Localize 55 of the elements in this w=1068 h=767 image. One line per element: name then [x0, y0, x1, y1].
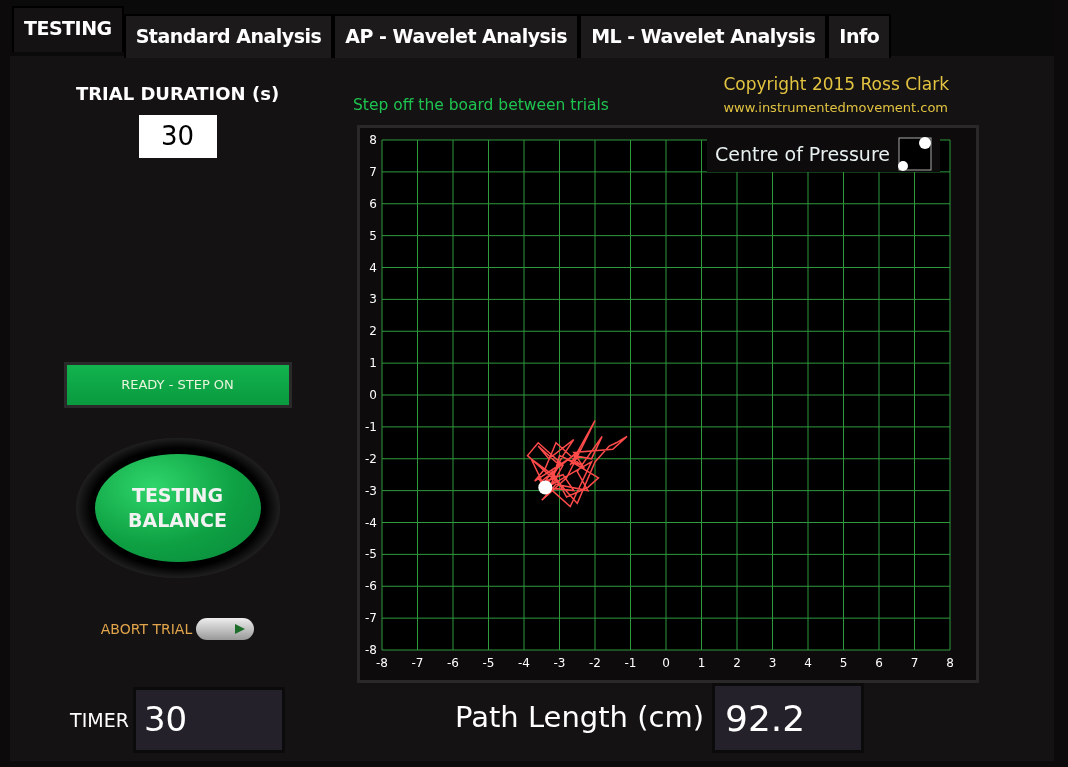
x-tick-label: 5: [839, 656, 848, 670]
x-tick-label: -8: [376, 656, 388, 670]
timer-field: 30: [132, 687, 285, 753]
status-indicator: READY - STEP ON: [63, 362, 292, 408]
x-tick-label: -6: [447, 656, 459, 670]
y-tick-label: -2: [365, 451, 377, 466]
tab[interactable]: AP - Wavelet Analysis: [333, 14, 580, 58]
path-length-field: 92.2: [712, 683, 864, 753]
tab[interactable]: TESTING: [12, 6, 124, 52]
y-tick-label: 3: [369, 292, 377, 307]
tab[interactable]: Standard Analysis: [123, 14, 334, 58]
abort-trial-label: ABORT TRIAL: [100, 619, 193, 639]
instruction-text: Step off the board between trials: [353, 94, 609, 116]
y-tick-label: -8: [365, 643, 377, 657]
y-tick-label: -6: [365, 579, 377, 594]
x-tick-label: -7: [411, 656, 424, 670]
triangle-icon: [234, 623, 247, 635]
website-link[interactable]: www.instrumentedmovement.com: [723, 97, 949, 117]
y-tick-label: -7: [365, 611, 377, 626]
x-tick-label: -1: [624, 656, 637, 670]
abort-trial-switch[interactable]: [196, 618, 255, 640]
trial-duration-field[interactable]: 30: [138, 115, 217, 158]
y-tick-label: 4: [369, 260, 377, 275]
y-tick-label: -3: [365, 483, 377, 498]
y-tick-label: -5: [365, 547, 377, 562]
x-tick-label: -3: [553, 656, 566, 670]
x-tick-label: 7: [910, 656, 919, 670]
tab[interactable]: Info: [827, 14, 892, 58]
y-tick-label: 8: [369, 133, 377, 147]
x-tick-label: -2: [589, 656, 601, 670]
x-tick-label: 4: [804, 656, 812, 670]
x-tick-label: 6: [875, 656, 883, 670]
y-tick-label: 6: [369, 196, 377, 211]
y-tick-label: -1: [365, 419, 377, 434]
y-tick-label: -4: [365, 515, 377, 530]
x-tick-label: 3: [768, 656, 777, 670]
x-tick-label: -4: [518, 656, 530, 670]
path-length-label: Path Length (cm): [455, 699, 704, 737]
copyright-text: Copyright 2015 Ross Clark: [723, 73, 949, 96]
y-tick-label: 5: [369, 228, 377, 243]
trial-duration-label: TRIAL DURATION (s): [75, 82, 280, 106]
y-tick-label: 2: [369, 324, 377, 339]
x-tick-label: 0: [662, 656, 670, 670]
x-tick-label: -5: [482, 656, 495, 670]
timer-label: TIMER: [70, 707, 129, 733]
current-position-marker: [538, 480, 553, 495]
y-tick-label: 1: [369, 356, 377, 371]
y-tick-label: 0: [369, 388, 377, 402]
legend-marker-icon: [898, 137, 932, 171]
x-tick-label: 2: [733, 656, 741, 670]
x-tick-label: 1: [697, 656, 706, 670]
tab[interactable]: ML - Wavelet Analysis: [579, 14, 828, 58]
legend-label: Centre of Pressure: [714, 141, 890, 167]
x-tick-label: 8: [946, 656, 954, 670]
y-tick-label: 7: [369, 164, 377, 179]
